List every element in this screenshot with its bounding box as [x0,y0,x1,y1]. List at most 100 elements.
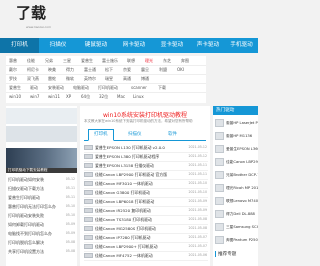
news-title: 电脑找不到打印机怎么办 [8,231,52,236]
thumbnail-image[interactable] [6,126,77,142]
driver-icon [84,181,93,186]
filter-tag[interactable]: 松下 [105,65,113,74]
filter-tag[interactable]: 映美 [48,65,56,74]
driver-date: 2021-05-09 [188,208,207,212]
filter-tag[interactable]: Mac [117,92,125,101]
driver-name: 佳能Canon LBP2900+ 打印机驱动 [95,244,158,249]
hot-driver-title: 奔图Pantum P2506 [226,238,258,242]
news-title: 打印机驱动安装失败 [8,213,44,218]
filter-tag[interactable]: 64位 [81,92,90,101]
news-item[interactable]: 共享打印机设置方法 05-08 [8,248,76,255]
download-row[interactable]: 佳能Canon MF4752 一体机驱动 2021-05-06 [84,251,208,261]
nav-item-scanner[interactable]: 扫描仪 [39,38,77,53]
driver-name: 佳能Canon LBP6018 打印机驱动 [95,199,155,204]
filter-tag[interactable]: 兄弟 [45,56,53,65]
driver-date: 2021-05-07 [188,244,207,248]
filter-tag[interactable]: 英特尔 [84,74,96,83]
driver-icon [84,190,93,195]
hot-driver-item[interactable]: 三星Samsung SCX-4521 [215,221,258,233]
filter-tag[interactable]: 爱普生 [9,83,21,92]
hot-driver-item[interactable]: 得力Deli DL-888 [215,208,258,220]
filter-tag[interactable]: 得力 [66,65,74,74]
filter-tag[interactable]: 惠普 [9,56,17,65]
driver-icon [84,244,93,249]
hot-driver-item[interactable]: 佳能Canon LBP2900 [215,156,258,168]
hot-driver-title: 兄弟Brother DCP-7080 [226,173,258,177]
nav-item-network[interactable]: 网卡驱动 [115,38,153,53]
news-title: 打印机驱动如何安装 [8,177,44,182]
filter-tag[interactable]: 32位 [99,92,108,101]
filter-tag[interactable]: 奔图 [181,56,189,65]
nav-item-keyboard-mouse[interactable]: 键鼠驱动 [77,38,115,53]
news-item[interactable]: 惠普打印机无法打印怎么办 05-10 [8,203,76,210]
news-item[interactable]: 电脑找不到打印机怎么办 05-09 [8,230,76,237]
filter-tag[interactable]: 戴尔 [9,65,17,74]
filter-tag[interactable]: win11 [48,92,60,101]
filter-tag[interactable]: 瑞昱 [105,74,113,83]
filter-tag[interactable]: 高通 [123,74,131,83]
filter-tag[interactable]: 三星 [63,56,71,65]
nav-item-graphics[interactable]: 显卡驱动 [153,38,191,53]
filter-tag[interactable]: 京瓷 [123,65,131,74]
filter-tag[interactable]: Linux [133,92,144,101]
filter-tag[interactable]: 双飞燕 [27,74,39,83]
logo-domain: www.liaozai.com [26,25,51,29]
news-item[interactable]: 爱普生打印机驱动 05-11 [8,194,76,201]
hot-driver-item[interactable]: 理光Ricoh MP 2014 [215,182,258,194]
nav-item-printer[interactable]: 打印机 [0,38,39,53]
filter-tag[interactable]: 佳能 [27,56,35,65]
hot-driver-item[interactable]: 奔图Pantum P2506 [215,234,258,246]
hot-driver-item[interactable]: 兄弟Brother DCP-7080 [215,169,258,181]
nav-item-phone[interactable]: 手机驱动 [225,38,258,53]
tab-software[interactable]: 软件 [168,130,177,140]
driver-name: 佳能Canon LBP2900 打印机驱动 官方版 [95,172,168,177]
tab-printer[interactable]: 打印机 [88,129,114,141]
filter-tag[interactable]: 利盟 [159,65,167,74]
filter-tag[interactable]: 东芝 [163,56,171,65]
featured-banner-image[interactable] [6,148,77,168]
news-title: 打印机脱机怎么解决 [8,240,44,245]
printer-thumbnail [215,236,224,244]
driver-date: 2021-05-08 [188,217,207,221]
filter-tag[interactable]: win10 [9,92,21,101]
hot-driver-item[interactable]: 联想Lenovo M7400 [215,195,258,207]
filter-tag[interactable]: 联想 [127,56,135,65]
filter-tag[interactable]: 打印机驱动 [98,83,118,92]
news-item[interactable]: 如何卸载打印机驱动 05-09 [8,221,76,228]
filter-tag[interactable]: 电脑驱动 [73,83,89,92]
news-item[interactable]: 打印机脱机怎么解决 05-08 [8,239,76,246]
filter-tag[interactable]: 博通 [141,74,149,83]
article-title[interactable]: win10系统安装打印机驱动教程 [80,110,210,119]
recommended-topics-heading: 推荐专题 [215,251,236,257]
filter-tag[interactable]: 罗技 [9,74,17,83]
driver-date: 2021-05-11 [188,172,207,176]
filter-tag[interactable]: scanner [131,83,147,92]
nav-item-sound[interactable]: 声卡驱动 [191,38,225,53]
filter-tag[interactable]: 柯尼卡 [27,65,39,74]
thumbnail-image[interactable] [6,108,77,124]
news-item[interactable]: 打印机驱动安装失败 05-10 [8,212,76,219]
filter-tag[interactable]: win7 [30,92,39,101]
filter-tag[interactable]: 安装驱动 [48,83,64,92]
filter-tag[interactable]: 爱普生 [81,56,93,65]
filter-tag[interactable]: 雷蛇 [48,74,56,83]
news-item[interactable]: 打印机驱动如何安装 05-12 [8,176,76,183]
site-logo[interactable]: 了载 www.liaozai.com [6,2,51,29]
filter-tag[interactable]: 富士通 [84,65,96,74]
filter-tag[interactable]: 微软 [66,74,74,83]
hot-driver-item[interactable]: 爱普生EPSON L360 [215,143,258,155]
banner-caption[interactable]: 打印机驱动下载安装教程 [6,168,77,173]
filter-tag[interactable]: OKI [177,65,184,74]
filter-tag[interactable]: 富士施乐 [102,56,118,65]
filter-tag[interactable]: 下载 [158,83,166,92]
hot-driver-item[interactable]: 惠普HP M1136 [215,130,258,142]
filter-tag-highlight[interactable]: 理光 [145,56,153,65]
driver-name: 佳能Canon MF3010 一体机驱动 [95,181,153,186]
filter-tag[interactable]: 震旦 [141,65,149,74]
news-item[interactable]: 扫描仪驱动下载方法 05-11 [8,185,76,192]
filter-tag[interactable]: 驱动 [30,83,38,92]
tab-scanner[interactable]: 扫描仪 [128,130,142,140]
hot-driver-item[interactable]: 惠普HP LaserJet P1106 [215,117,258,129]
hot-driver-title: 惠普HP M1136 [226,134,253,138]
filter-tag[interactable]: XP [66,92,71,101]
